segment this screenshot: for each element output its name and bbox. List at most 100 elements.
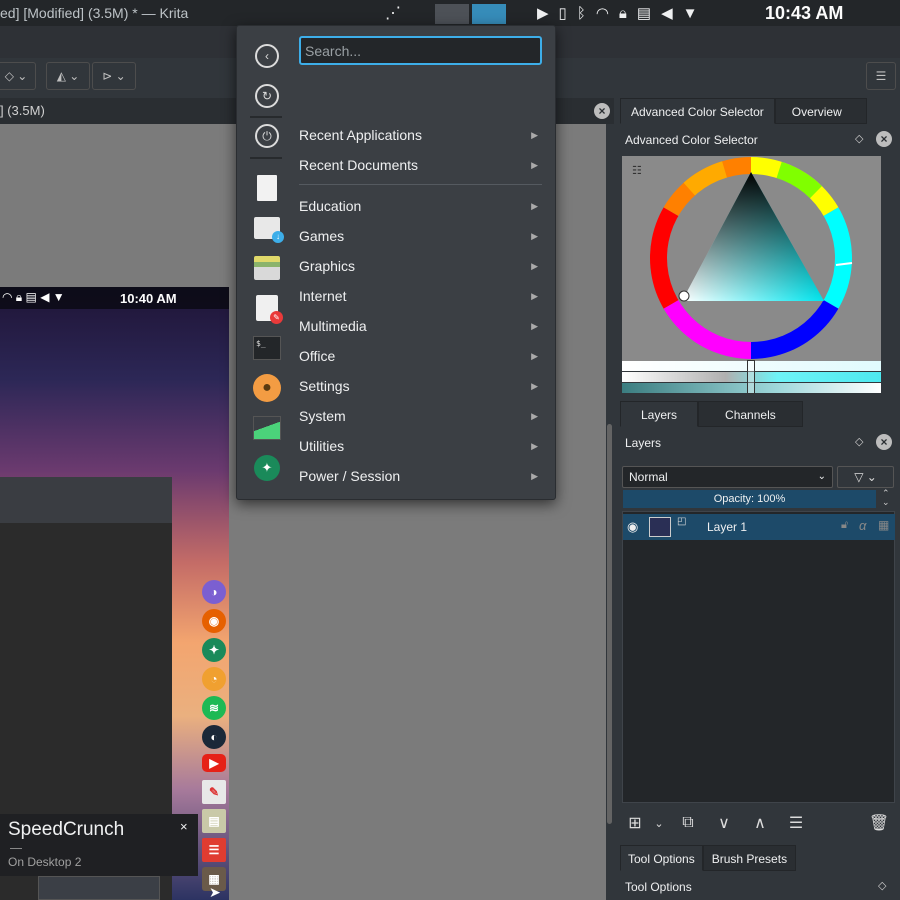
- mirror-horizontal-button[interactable]: ◭ ⌄: [46, 62, 90, 90]
- system-tray: ▶ ▯ ᛒ ◠ 🔒︎ ▤ ◀ ▼: [537, 0, 708, 26]
- tab-brush-presets[interactable]: Brush Presets: [702, 845, 797, 871]
- duplicate-layer-button[interactable]: ⧉: [675, 810, 701, 836]
- back-icon[interactable]: ‹: [250, 40, 284, 72]
- refresh-icon[interactable]: ↻: [250, 80, 284, 112]
- layer-name[interactable]: Layer 1: [707, 520, 747, 534]
- float-layers-icon[interactable]: ◇: [855, 435, 863, 448]
- window-thumbnail: [38, 876, 160, 900]
- close-document-icon[interactable]: ×: [594, 103, 610, 119]
- tab-overview[interactable]: Overview: [774, 98, 867, 124]
- chevron-down-icon: ⌄: [817, 471, 826, 482]
- close-color-docker-icon[interactable]: ×: [876, 131, 892, 147]
- activity-pager-icon[interactable]: ⋰: [385, 3, 401, 23]
- layer-properties-button[interactable]: ☰: [783, 810, 809, 836]
- chevron-right-icon: ▶: [531, 160, 538, 170]
- move-layer-down-button[interactable]: ∨: [711, 810, 737, 836]
- color-selector-title: Advanced Color Selector: [625, 133, 758, 147]
- menu-item-graphics[interactable]: Graphics ▶: [299, 252, 542, 280]
- color-docker-tabs: Advanced Color Selector Overview: [620, 98, 867, 124]
- layer-filter-button[interactable]: ▽ ⌄: [837, 466, 894, 488]
- inherit-alpha-icon[interactable]: ▦: [878, 518, 889, 532]
- mirror-vertical-button[interactable]: ⊳ ⌄: [92, 62, 136, 90]
- system-monitor-icon[interactable]: [250, 412, 284, 444]
- clipboard-icon[interactable]: ▤: [637, 6, 651, 21]
- lock-layer-icon[interactable]: 🔓︎: [841, 519, 848, 532]
- menu-item-system[interactable]: System ▶: [299, 402, 542, 430]
- close-layers-docker-icon[interactable]: ×: [876, 434, 892, 450]
- hue-triangle-selector[interactable]: [622, 156, 881, 363]
- color-settings-icon[interactable]: ☷: [632, 164, 642, 177]
- lock-icon[interactable]: 🔒︎: [619, 6, 627, 21]
- move-layer-up-button[interactable]: ∧: [747, 810, 773, 836]
- strip-slider-handle[interactable]: [747, 360, 755, 394]
- delete-layer-button[interactable]: 🗑︎: [866, 810, 892, 836]
- text-editor-icon: ✎: [202, 780, 226, 804]
- menu-item-education[interactable]: Education ▶: [299, 192, 542, 220]
- youtube-icon: ▶: [202, 754, 226, 772]
- menu-item-label: Internet: [299, 288, 347, 304]
- usb-icon[interactable]: ▯: [559, 6, 567, 21]
- opacity-slider[interactable]: Opacity: 100%: [623, 490, 876, 508]
- menu-item-label: Games: [299, 228, 345, 244]
- layer-row[interactable]: ◉ ◰ Layer 1 🔓︎ α ▦: [623, 514, 895, 540]
- task-list-icon: ☰: [202, 838, 226, 862]
- chevron-right-icon: ▶: [531, 351, 538, 361]
- clock[interactable]: 10:43 AM: [765, 3, 843, 24]
- tool-docker-tabs: Tool Options Brush Presets: [620, 845, 797, 871]
- user-icon[interactable]: ●: [250, 372, 284, 404]
- visibility-eye-icon[interactable]: ◉: [627, 519, 638, 535]
- float-tool-options-icon[interactable]: ◇: [878, 879, 886, 892]
- desktop-1-button[interactable]: [434, 3, 470, 25]
- embedded-window-titlebar: [0, 477, 172, 523]
- layer-properties-icon[interactable]: ◰: [677, 516, 686, 527]
- menu-item-power-session[interactable]: Power / Session ▶: [299, 462, 542, 490]
- volume-icon[interactable]: ◀: [661, 6, 673, 21]
- store-icon[interactable]: ↓: [250, 212, 284, 244]
- spin-chevron-button[interactable]: ◇ ⌄: [0, 62, 36, 90]
- tab-advanced-color-selector[interactable]: Advanced Color Selector: [620, 98, 775, 124]
- settings-wrench-icon[interactable]: ✦: [250, 452, 284, 484]
- tooltip-close-icon: ×: [180, 819, 188, 834]
- alpha-lock-icon[interactable]: α: [859, 518, 866, 533]
- menu-item-label: Graphics: [299, 258, 356, 274]
- canvas-scrollbar[interactable]: [606, 124, 614, 900]
- float-docker-icon[interactable]: ◇: [855, 132, 863, 145]
- canvas-image: ◠ 🔒︎ ▤ ◀ ▼ 10:40 AM ◑ ◉ ✦ ◔ ≋ ◐ ▶ ✎ ▤ ☰ …: [0, 287, 229, 900]
- opacity-stepper[interactable]: ⌃ ⌄: [882, 489, 890, 507]
- search-input[interactable]: [301, 38, 540, 63]
- chevron-right-icon: ▶: [531, 231, 538, 241]
- archive-icon[interactable]: [250, 252, 284, 284]
- terminal-icon[interactable]: $_: [250, 332, 284, 364]
- desktop-2-button[interactable]: [471, 3, 507, 25]
- bluetooth-icon[interactable]: ᛒ: [577, 6, 586, 21]
- menu-item-recent-documents[interactable]: Recent Documents ▶: [299, 151, 542, 179]
- menu-item-internet[interactable]: Internet ▶: [299, 282, 542, 310]
- color-selector-canvas[interactable]: ☷: [622, 156, 881, 363]
- tab-tool-options[interactable]: Tool Options: [620, 845, 703, 871]
- search-field[interactable]: [299, 36, 542, 65]
- docker-list-button[interactable]: ☰: [866, 62, 896, 90]
- pie-app-icon: ◔: [202, 667, 226, 691]
- menu-arrow-icon[interactable]: ▼: [683, 6, 698, 21]
- menu-item-office[interactable]: Office ▶: [299, 342, 542, 370]
- menu-item-label: Recent Applications: [299, 127, 422, 143]
- add-layer-menu-icon[interactable]: ⌄: [646, 810, 672, 836]
- menu-item-label: Recent Documents: [299, 157, 419, 173]
- document-tab[interactable]: ] (3.5M): [0, 103, 45, 118]
- tooltip-divider: [10, 848, 22, 849]
- menu-item-settings[interactable]: Settings ▶: [299, 372, 542, 400]
- menu-item-multimedia[interactable]: Multimedia ▶: [299, 312, 542, 340]
- layer-docker-tabs: Layers Channels: [620, 401, 803, 427]
- wifi-icon[interactable]: ◠: [596, 6, 609, 21]
- menu-item-utilities[interactable]: Utilities ▶: [299, 432, 542, 460]
- add-layer-button[interactable]: ⊞: [622, 810, 648, 836]
- power-icon[interactable]: ⏻: [250, 120, 284, 152]
- menu-item-games[interactable]: Games ▶: [299, 222, 542, 250]
- text-editor-icon[interactable]: ✎: [250, 292, 284, 324]
- tab-layers[interactable]: Layers: [620, 401, 699, 427]
- tab-channels[interactable]: Channels: [698, 401, 803, 427]
- play-icon[interactable]: ▶: [537, 6, 549, 21]
- menu-item-recent-applications[interactable]: Recent Applications ▶: [299, 121, 542, 149]
- blend-mode-select[interactable]: Normal ⌄: [622, 466, 833, 488]
- document-icon[interactable]: [250, 172, 284, 204]
